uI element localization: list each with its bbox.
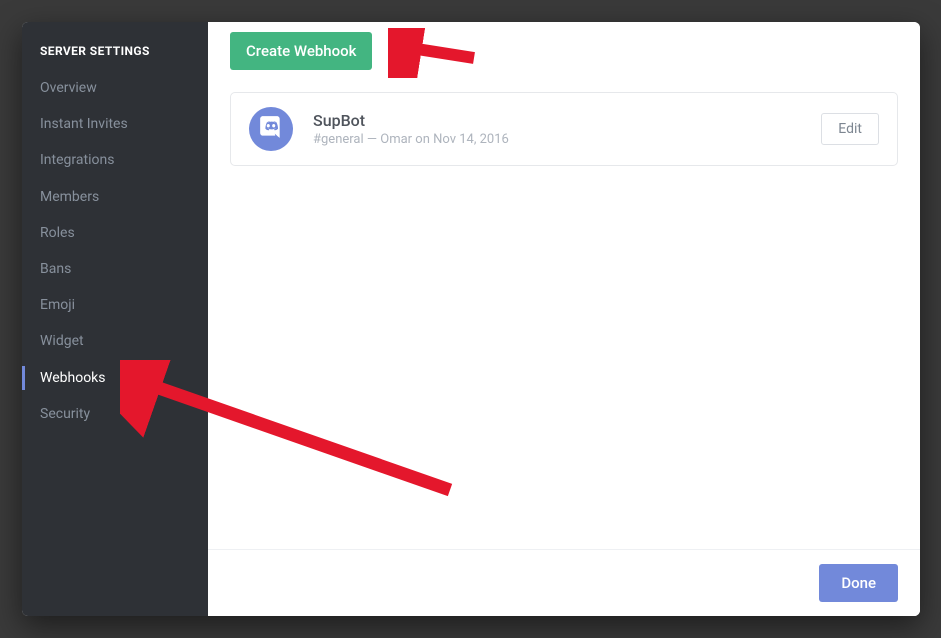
sidebar-item-label: Members: [40, 189, 99, 205]
sidebar-title: SERVER SETTINGS: [22, 44, 208, 70]
sidebar-item-label: Security: [40, 406, 90, 422]
sidebar: SERVER SETTINGS Overview Instant Invites…: [22, 22, 208, 616]
webhook-card: SupBot #general — Omar on Nov 14, 2016 E…: [230, 92, 898, 166]
sidebar-item-instant-invites[interactable]: Instant Invites: [22, 106, 208, 142]
sidebar-item-widget[interactable]: Widget: [22, 323, 208, 359]
sidebar-item-label: Widget: [40, 333, 84, 349]
sidebar-item-emoji[interactable]: Emoji: [22, 287, 208, 323]
sidebar-item-label: Emoji: [40, 297, 75, 313]
content-panel: Create Webhook SupBot #general — Omar on…: [208, 22, 920, 616]
webhook-avatar: [249, 107, 293, 151]
modal-footer: Done: [208, 549, 920, 616]
sidebar-item-webhooks[interactable]: Webhooks: [22, 360, 208, 396]
sidebar-item-label: Webhooks: [40, 370, 106, 386]
edit-webhook-button[interactable]: Edit: [821, 113, 879, 145]
webhook-name: SupBot: [313, 111, 821, 130]
sidebar-item-label: Roles: [40, 225, 75, 241]
webhook-info: SupBot #general — Omar on Nov 14, 2016: [313, 111, 821, 147]
settings-modal: SERVER SETTINGS Overview Instant Invites…: [22, 22, 920, 616]
sidebar-item-label: Integrations: [40, 152, 114, 168]
sidebar-item-label: Instant Invites: [40, 116, 128, 132]
webhook-meta: #general — Omar on Nov 14, 2016: [313, 132, 821, 147]
sidebar-item-bans[interactable]: Bans: [22, 251, 208, 287]
content-body: Create Webhook SupBot #general — Omar on…: [208, 22, 920, 549]
sidebar-item-security[interactable]: Security: [22, 396, 208, 432]
sidebar-item-roles[interactable]: Roles: [22, 215, 208, 251]
sidebar-item-members[interactable]: Members: [22, 179, 208, 215]
sidebar-item-label: Bans: [40, 261, 71, 277]
sidebar-item-label: Overview: [40, 80, 97, 96]
sidebar-item-overview[interactable]: Overview: [22, 70, 208, 106]
sidebar-item-integrations[interactable]: Integrations: [22, 142, 208, 178]
done-button[interactable]: Done: [819, 564, 898, 602]
discord-logo-icon: [258, 114, 284, 144]
create-webhook-button[interactable]: Create Webhook: [230, 32, 372, 70]
